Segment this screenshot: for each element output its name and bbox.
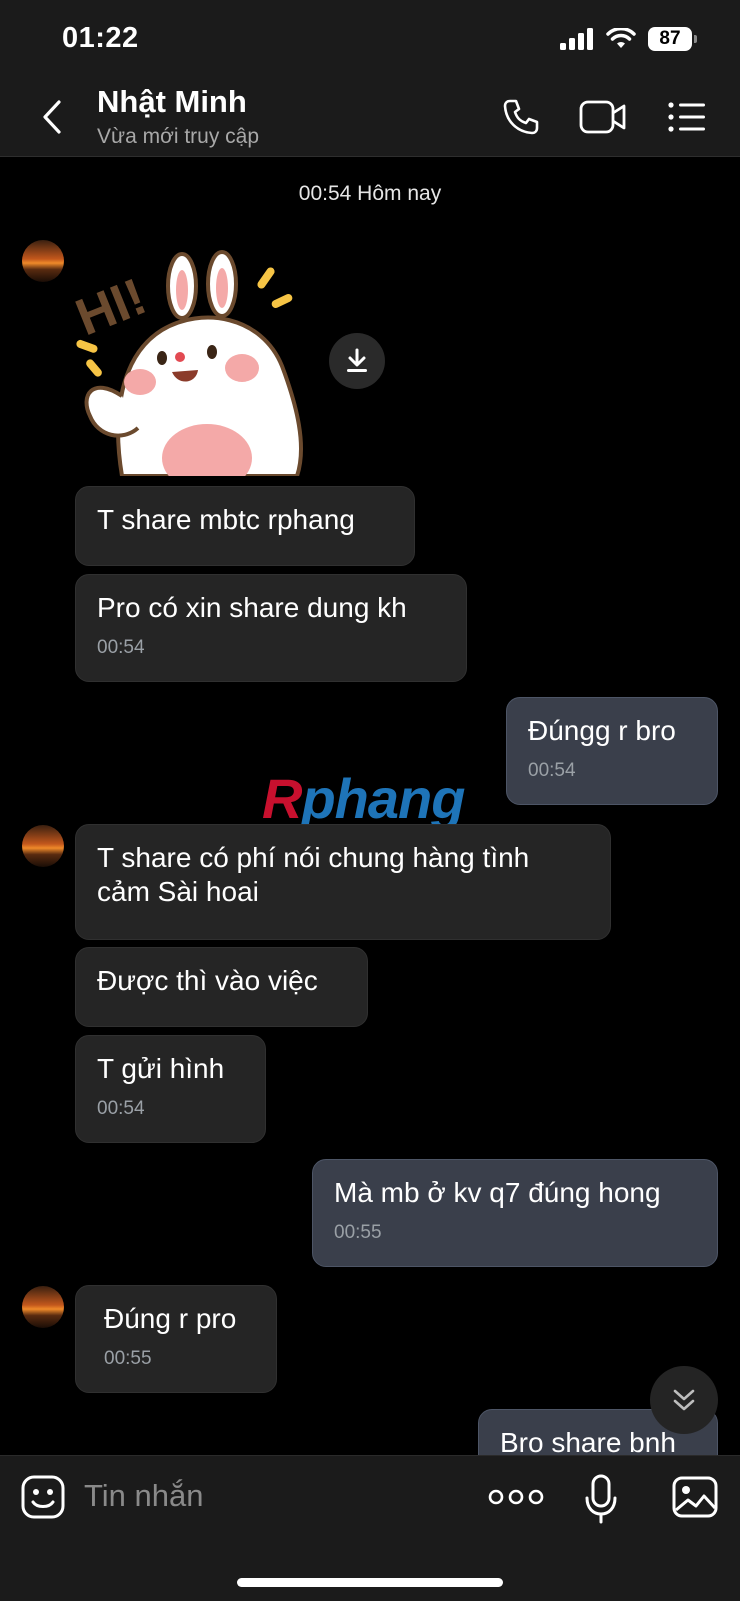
message-time: 00:54 [97,1098,145,1119]
call-button[interactable] [496,94,546,140]
avatar[interactable] [22,240,64,282]
home-indicator[interactable] [237,1578,503,1587]
avatar[interactable] [22,825,64,867]
message-bubble-incoming[interactable]: T share mbtc rphang [75,486,415,566]
avatar[interactable] [22,1286,64,1328]
status-icons: 87 [560,24,697,54]
sticker-face-icon [21,1475,65,1519]
image-gallery-icon [672,1476,718,1518]
message-text: T share mbtc rphang [97,504,355,535]
message-text: T share có phí nói chung hàng tình cảm S… [97,842,530,907]
video-call-button[interactable] [578,94,628,140]
message-bubble-outgoing[interactable]: Đúngg r bro 00:54 [506,697,718,805]
emoji-button[interactable] [20,1474,66,1520]
message-bubble-incoming[interactable]: Được thì vào việc [75,947,368,1027]
message-bubble-outgoing[interactable]: Mà mb ở kv q7 đúng hong 00:55 [312,1159,718,1267]
chevron-left-icon [43,100,61,134]
message-text: Bro share bnh [500,1427,676,1458]
video-camera-icon [579,100,626,134]
sticker-message[interactable]: HI! [68,246,322,492]
list-menu-icon [668,102,705,132]
message-bubble-incoming[interactable]: T gửi hình 00:54 [75,1035,266,1143]
message-text: Mà mb ở kv q7 đúng hong [334,1177,661,1208]
message-time: 00:55 [104,1348,152,1369]
message-bubble-incoming[interactable]: T share có phí nói chung hàng tình cảm S… [75,824,611,940]
download-icon [347,348,367,372]
download-button[interactable] [329,333,385,389]
date-separator: 00:54 Hôm nay [298,182,442,205]
message-text: Đúngg r bro [528,715,676,746]
photo-button[interactable] [672,1476,718,1518]
sticker-text: HI! [72,268,154,348]
message-bubble-incoming[interactable]: Đúng r pro 00:55 [75,1285,277,1393]
double-chevron-down-icon [673,1389,695,1411]
phone-icon [503,99,539,135]
more-dots-icon [488,1489,544,1505]
message-time: 00:54 [528,760,576,781]
message-time: 00:55 [334,1222,382,1243]
microphone-icon [585,1474,617,1524]
message-text: Được thì vào việc [97,965,318,996]
message-time: 00:54 [97,637,145,658]
message-bubble-incoming[interactable]: Pro có xin share dung kh 00:54 [75,574,467,682]
message-text: Pro có xin share dung kh [97,592,407,623]
back-button[interactable] [30,92,74,142]
watermark-logo: Rphang [262,767,465,830]
contact-status: Vừa mới truy cập [97,125,260,148]
message-text: T gửi hình [97,1053,225,1084]
message-input[interactable]: Tin nhắn [84,1478,204,1514]
menu-button[interactable] [662,94,712,140]
voice-record-button[interactable] [584,1474,618,1524]
bunny-sticker-image: HI! [68,250,304,492]
signal-icon [560,28,593,50]
scroll-to-bottom-button[interactable] [650,1366,718,1434]
contact-name[interactable]: Nhật Minh [97,84,247,120]
more-button[interactable] [488,1482,544,1512]
message-text: Đúng r pro [104,1303,237,1334]
status-time: 01:22 [62,22,139,54]
battery-icon: 87 [648,27,697,51]
wifi-icon [606,28,636,48]
